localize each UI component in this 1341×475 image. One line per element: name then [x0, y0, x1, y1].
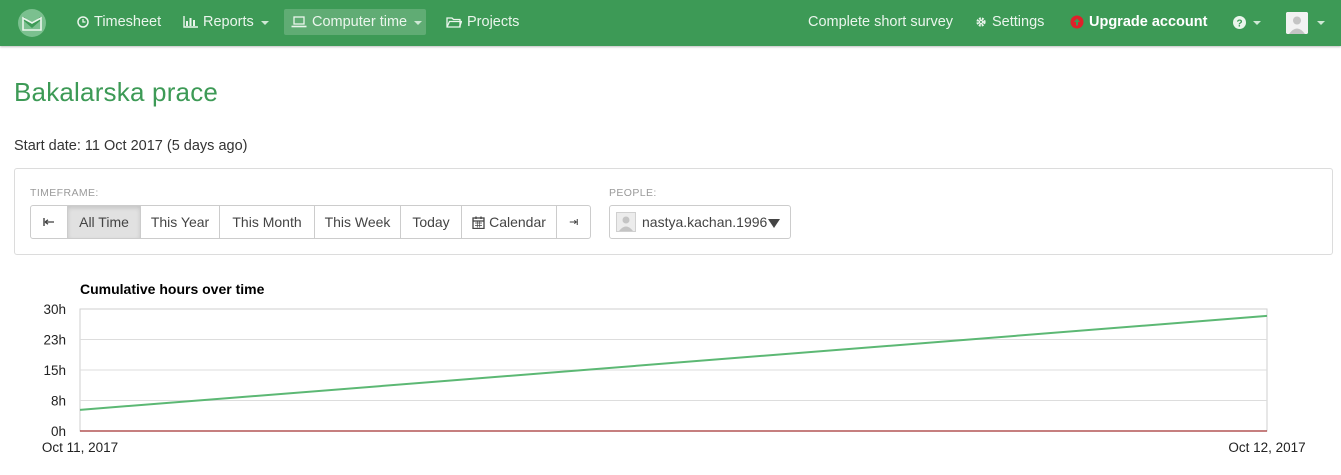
app-logo-icon[interactable]: [17, 8, 47, 38]
nav-computer-time-label: Computer time: [312, 14, 408, 30]
timeframe-all-time-button[interactable]: All Time: [67, 205, 141, 239]
cumulative-hours-chart: 0h 8h 15h 23h 30h Oct 11, 2017 Oct 12, 2017: [42, 302, 1306, 455]
nav-settings[interactable]: Settings: [968, 9, 1051, 35]
jump-to-start-button[interactable]: [30, 205, 68, 239]
laptop-icon: [291, 16, 307, 28]
today-label: Today: [412, 214, 450, 230]
filter-panel: TIMEFRAME: All Time This Year This Month…: [14, 168, 1333, 255]
page-title: Bakalarska prace: [14, 77, 219, 107]
upgrade-arrow-icon: [1070, 15, 1084, 29]
person-avatar-icon: [616, 212, 636, 232]
timeframe-button-group: All Time This Year This Month This Week …: [30, 205, 591, 239]
calendar-icon: [472, 216, 485, 229]
people-label: PEOPLE:: [609, 187, 657, 199]
arrow-to-start-icon: [43, 218, 54, 226]
dropdown-triangle-icon: [768, 219, 780, 228]
nav-settings-label: Settings: [992, 14, 1045, 30]
y-tick-label: 30h: [43, 302, 66, 317]
question-circle-icon: ?: [1233, 15, 1246, 29]
nav-timesheet-label: Timesheet: [94, 14, 162, 30]
svg-text:?: ?: [1236, 18, 1242, 29]
gear-icon: [975, 16, 987, 28]
user-menu-toggle[interactable]: [1310, 9, 1325, 35]
timeframe-today-button[interactable]: Today: [400, 205, 462, 239]
y-tick-label: 0h: [51, 424, 66, 439]
this-year-label: This Year: [150, 214, 210, 230]
start-date-text: Start date: 11 Oct 2017 (5 days ago): [14, 138, 248, 154]
nav-upgrade-account[interactable]: Upgrade account: [1063, 9, 1214, 35]
this-week-label: This Week: [324, 214, 391, 230]
calendar-label: Calendar: [489, 214, 546, 230]
chevron-down-icon: [414, 21, 423, 25]
timeframe-this-year-button[interactable]: This Year: [140, 205, 220, 239]
top-navbar: Timesheet Reports Computer time Projects…: [0, 0, 1341, 46]
user-avatar[interactable]: [1286, 12, 1308, 34]
x-tick-label: Oct 11, 2017: [42, 440, 118, 455]
y-tick-label: 8h: [51, 394, 66, 409]
nav-reports-label: Reports: [203, 14, 254, 30]
y-tick-label: 23h: [43, 333, 66, 348]
nav-timesheet[interactable]: Timesheet: [70, 9, 168, 35]
timeframe-calendar-button[interactable]: Calendar: [461, 205, 557, 239]
user-silhouette-icon: [1286, 12, 1308, 34]
folder-icon: [446, 16, 462, 28]
chevron-down-icon: [260, 21, 269, 25]
nav-survey-link[interactable]: Complete short survey: [801, 9, 960, 35]
x-tick-label: Oct 12, 2017: [1228, 440, 1305, 455]
nav-survey-label: Complete short survey: [808, 14, 954, 30]
y-tick-label: 15h: [43, 363, 66, 378]
all-time-label: All Time: [79, 214, 129, 230]
this-month-label: This Month: [232, 214, 302, 230]
chevron-down-icon: [1317, 21, 1325, 25]
people-select-value: nastya.kachan.1996: [642, 214, 768, 230]
people-select[interactable]: nastya.kachan.1996: [609, 205, 791, 239]
nav-computer-time[interactable]: Computer time: [284, 9, 426, 35]
timeframe-this-week-button[interactable]: This Week: [314, 205, 401, 239]
nav-help[interactable]: ?: [1226, 9, 1268, 35]
chevron-down-icon: [1253, 21, 1261, 25]
bar-chart-icon: [183, 16, 198, 28]
nav-reports[interactable]: Reports: [176, 9, 276, 35]
clock-icon: [77, 16, 89, 28]
jump-to-end-button[interactable]: [556, 205, 591, 239]
nav-upgrade-label: Upgrade account: [1089, 14, 1208, 30]
nav-projects-label: Projects: [467, 14, 520, 30]
nav-projects[interactable]: Projects: [439, 9, 526, 35]
timeframe-this-month-button[interactable]: This Month: [219, 205, 315, 239]
timeframe-label: TIMEFRAME:: [30, 187, 99, 199]
arrow-to-end-icon: [569, 219, 578, 225]
